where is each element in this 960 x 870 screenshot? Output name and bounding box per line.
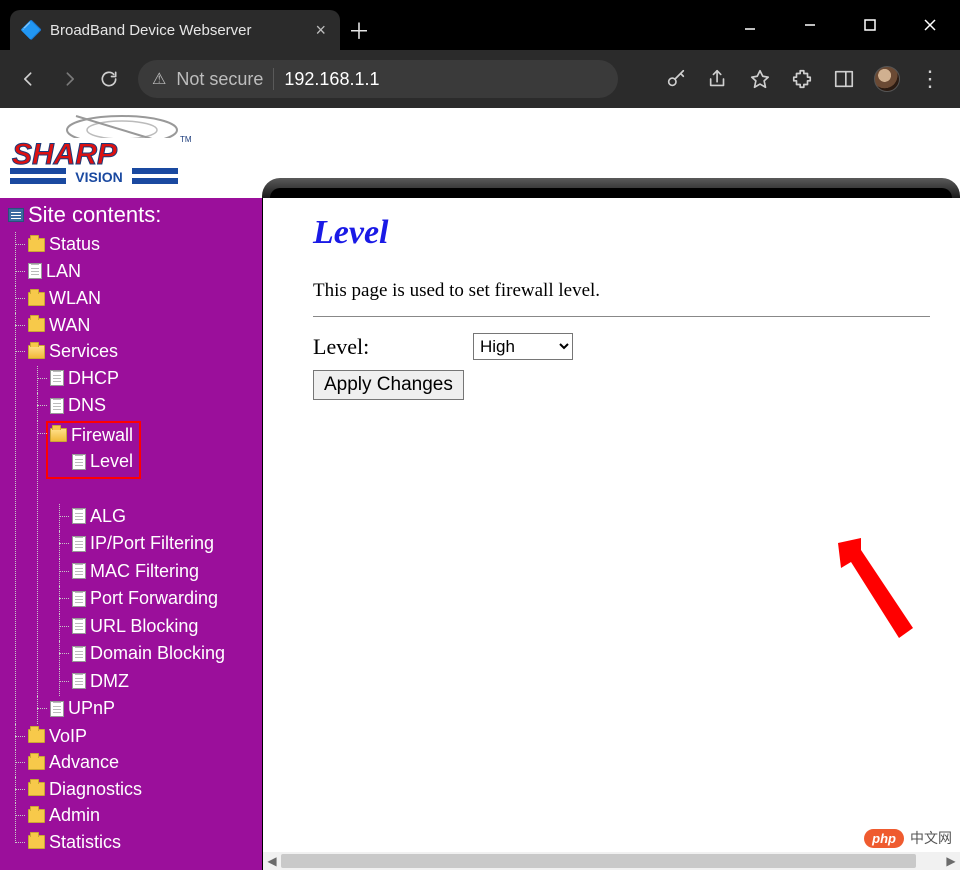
nav-reload-button[interactable] — [92, 62, 126, 96]
folder-icon — [28, 756, 45, 770]
sidebar-item-level[interactable]: Level — [72, 449, 133, 474]
sidebar-item-advance[interactable]: Advance — [28, 750, 119, 775]
sidebar-item-ipport[interactable]: IP/Port Filtering — [72, 531, 214, 556]
page-icon — [72, 591, 86, 607]
browser-toolbar: ⚠ Not secure 192.168.1.1 ⋮ — [0, 50, 960, 108]
root-icon — [8, 208, 24, 222]
svg-text:TM: TM — [180, 135, 192, 144]
sidebar-item-urlblock[interactable]: URL Blocking — [72, 614, 198, 639]
sidebar-item-services[interactable]: Services — [28, 339, 118, 364]
extensions-icon[interactable] — [790, 67, 814, 91]
brand-logo[interactable]: SHARP TM VISION — [0, 108, 196, 196]
address-bar[interactable]: ⚠ Not secure 192.168.1.1 — [138, 60, 618, 98]
scroll-thumb[interactable] — [281, 854, 916, 868]
page-icon — [72, 454, 86, 470]
folder-icon — [28, 809, 45, 823]
main-area: Site contents: Status LAN WLAN WAN Servi… — [0, 198, 960, 870]
page-icon — [72, 673, 86, 689]
warning-icon: ⚠ — [152, 69, 166, 89]
side-panel-icon[interactable] — [832, 67, 856, 91]
sidebar-item-status[interactable]: Status — [28, 232, 100, 257]
sidebar-item-wan[interactable]: WAN — [28, 313, 90, 338]
folder-icon — [28, 292, 45, 306]
page-description: This page is used to set firewall level. — [313, 280, 930, 302]
window-minimize-button[interactable] — [720, 0, 780, 50]
sidebar-item-lan[interactable]: LAN — [28, 259, 81, 284]
profile-avatar[interactable] — [874, 66, 900, 92]
nav-forward-button[interactable] — [52, 62, 86, 96]
watermark: php中文网 — [864, 828, 952, 848]
sidebar-item-dns[interactable]: DNS — [50, 393, 106, 418]
page-icon — [50, 370, 64, 386]
page-heading: Level — [313, 214, 930, 252]
folder-icon — [28, 782, 45, 796]
page-icon — [72, 536, 86, 552]
page-icon — [72, 646, 86, 662]
divider — [313, 316, 930, 317]
sidebar-item-upnp[interactable]: UPnP — [50, 696, 115, 721]
favicon-icon: 🔷 — [20, 20, 40, 40]
page-icon — [50, 398, 64, 414]
page-icon — [50, 701, 64, 717]
sidebar-item-voip[interactable]: VoIP — [28, 724, 87, 749]
sidebar-item-diagnostics[interactable]: Diagnostics — [28, 777, 142, 802]
new-tab-button[interactable]: ＋ — [340, 10, 378, 50]
folder-icon — [28, 318, 45, 332]
address-url: 192.168.1.1 — [284, 69, 379, 90]
sidebar-item-dmz[interactable]: DMZ — [72, 669, 129, 694]
sidebar: Site contents: Status LAN WLAN WAN Servi… — [0, 198, 262, 870]
sidebar-item-alg[interactable]: ALG — [72, 504, 126, 529]
window-titlebar: 🔷 BroadBand Device Webserver × ＋ — [0, 0, 960, 50]
level-select[interactable]: High — [473, 333, 573, 360]
page-icon — [72, 618, 86, 634]
horizontal-scrollbar[interactable]: ◀ ▶ — [263, 852, 960, 870]
scroll-left-icon[interactable]: ◀ — [263, 852, 281, 870]
window-controls — [720, 0, 960, 50]
page-icon — [28, 263, 42, 279]
apply-changes-button[interactable]: Apply Changes — [313, 370, 464, 400]
device-bezel — [262, 178, 960, 198]
sidebar-item-statistics[interactable]: Statistics — [28, 830, 121, 855]
tab-close-icon[interactable]: × — [315, 21, 326, 39]
folder-icon — [28, 835, 45, 849]
folder-open-icon — [28, 345, 45, 359]
content-pane: Level This page is used to set firewall … — [262, 198, 960, 870]
chrome-menu-icon[interactable]: ⋮ — [918, 67, 942, 91]
sidebar-item-admin[interactable]: Admin — [28, 803, 100, 828]
sidebar-item-domblock[interactable]: Domain Blocking — [72, 641, 225, 666]
share-icon[interactable] — [706, 67, 730, 91]
not-secure-label: Not secure — [176, 69, 263, 90]
sidebar-item-wlan[interactable]: WLAN — [28, 286, 101, 311]
level-label: Level: — [313, 334, 463, 360]
sidebar-item-firewall[interactable]: Firewall — [50, 423, 133, 448]
page-icon — [72, 563, 86, 579]
window-minimize-alt-button[interactable] — [780, 0, 840, 50]
address-separator — [273, 68, 274, 90]
sidebar-item-dhcp[interactable]: DHCP — [50, 366, 119, 391]
nav-back-button[interactable] — [12, 62, 46, 96]
scroll-right-icon[interactable]: ▶ — [942, 852, 960, 870]
scroll-track[interactable] — [281, 852, 942, 870]
sidebar-item-macfilter[interactable]: MAC Filtering — [72, 559, 199, 584]
key-icon[interactable] — [664, 67, 688, 91]
svg-text:VISION: VISION — [75, 169, 122, 185]
window-maximize-button[interactable] — [840, 0, 900, 50]
highlight-firewall: Firewall Level — [46, 421, 141, 479]
sidebar-title: Site contents: — [8, 202, 256, 228]
window-close-button[interactable] — [900, 0, 960, 50]
header-strip: SHARP TM VISION — [0, 108, 960, 198]
browser-tab[interactable]: 🔷 BroadBand Device Webserver × — [10, 10, 340, 50]
sidebar-item-portfwd[interactable]: Port Forwarding — [72, 586, 218, 611]
page-icon — [72, 508, 86, 524]
folder-icon — [28, 238, 45, 252]
folder-icon — [28, 729, 45, 743]
bookmark-star-icon[interactable] — [748, 67, 772, 91]
tab-title: BroadBand Device Webserver — [50, 22, 305, 39]
folder-open-icon — [50, 428, 67, 442]
